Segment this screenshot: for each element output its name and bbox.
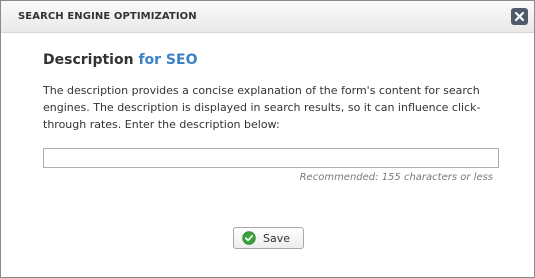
dialog-titlebar: SEARCH ENGINE OPTIMIZATION [1, 1, 534, 33]
save-label: Save [263, 232, 291, 245]
close-button[interactable] [511, 8, 528, 25]
length-hint: Recommended: 155 characters or less [299, 172, 493, 183]
heading-main: Description [43, 52, 134, 68]
check-circle-icon [242, 231, 256, 245]
save-button[interactable]: Save [233, 227, 304, 249]
description-input[interactable] [43, 148, 499, 168]
description-text: The description provides a concise expla… [43, 84, 481, 131]
close-icon [511, 8, 528, 25]
seo-dialog: SEARCH ENGINE OPTIMIZATION Description f… [0, 0, 535, 278]
section-heading: Description for SEO [43, 52, 197, 68]
dialog-title: SEARCH ENGINE OPTIMIZATION [18, 11, 197, 22]
heading-accent: for SEO [138, 52, 198, 68]
